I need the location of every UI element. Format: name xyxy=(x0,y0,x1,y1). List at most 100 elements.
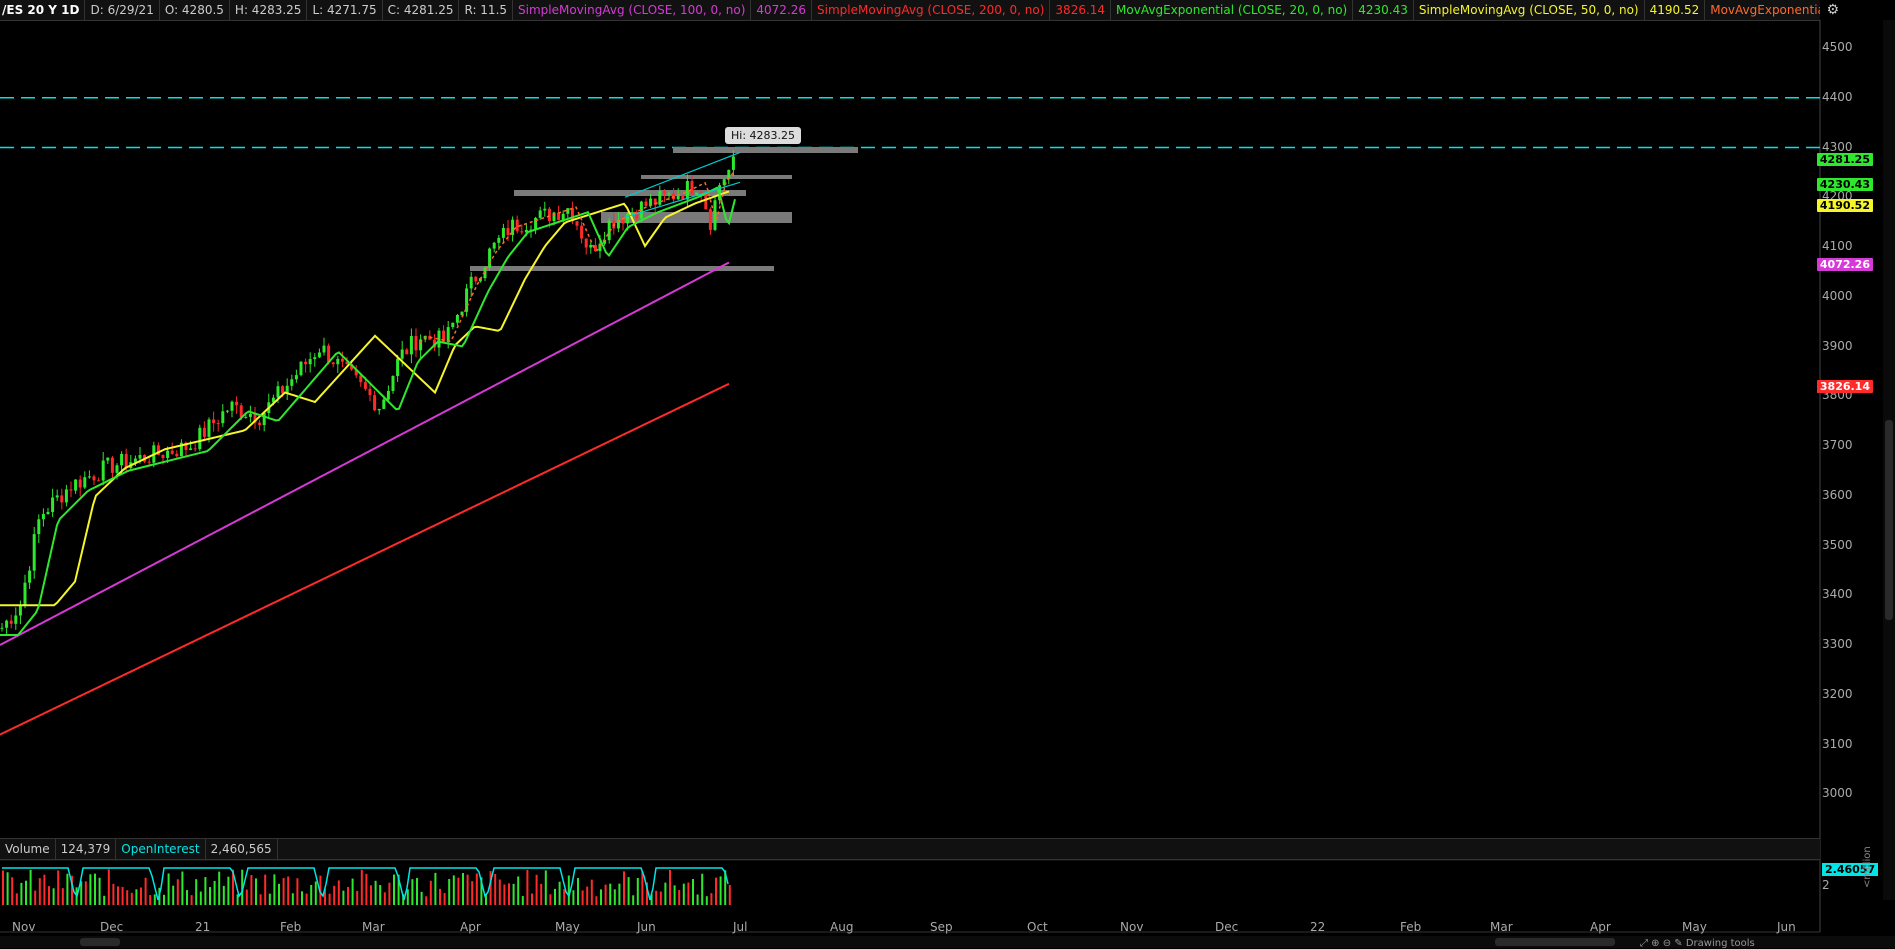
volume-bar xyxy=(140,887,142,905)
drawing-tools[interactable]: ⤢ ⊕ ⊖ ✎ Drawing tools xyxy=(1640,938,1755,949)
sma200-line xyxy=(0,382,730,736)
volume-label[interactable]: Volume xyxy=(0,839,56,859)
vertical-scroll-thumb[interactable] xyxy=(1885,420,1893,620)
volume-bar xyxy=(204,877,207,905)
time-tick-label: Aug xyxy=(830,920,854,934)
candle-body xyxy=(37,519,41,535)
volume-bar xyxy=(517,876,520,905)
candle-body xyxy=(235,401,239,406)
volume-bar xyxy=(66,873,69,905)
time-tick-label: Jul xyxy=(733,920,748,934)
drawing-tools-label[interactable]: Drawing tools xyxy=(1686,938,1755,949)
volume-bar xyxy=(255,878,257,905)
volume-bar xyxy=(365,873,368,905)
price-tick-label: 3100 xyxy=(1822,736,1853,751)
horizontal-scroll-left[interactable] xyxy=(80,938,120,946)
candle-body xyxy=(644,201,648,206)
candle-body xyxy=(120,453,124,466)
candle-body xyxy=(474,276,478,282)
volume-bar xyxy=(328,893,331,905)
candle-body xyxy=(32,534,36,571)
candle-body xyxy=(363,382,367,389)
zoom-icon[interactable]: ⤢ ⊕ ⊖ ✎ xyxy=(1640,938,1686,949)
candle-body xyxy=(506,227,510,235)
candle-body xyxy=(396,358,400,376)
candle-body xyxy=(198,427,202,450)
candle-body xyxy=(469,276,473,289)
volume-bar xyxy=(416,878,418,905)
time-tick-label: Mar xyxy=(362,920,385,934)
sma100-line xyxy=(0,261,730,646)
volume-bar xyxy=(314,881,317,905)
volume-bar xyxy=(20,882,23,905)
candle-body xyxy=(414,336,418,351)
volume-bar xyxy=(29,869,32,905)
volume-bar xyxy=(632,895,635,905)
candle-body xyxy=(230,401,234,411)
volume-bar xyxy=(43,874,46,905)
volume-bar xyxy=(434,872,437,905)
volume-bar xyxy=(577,878,579,905)
candle-body xyxy=(23,582,27,605)
volume-bar xyxy=(687,882,690,905)
candle-body xyxy=(731,156,735,170)
volume-bar xyxy=(636,877,639,905)
volume-bar xyxy=(153,894,156,905)
volume-bar xyxy=(393,874,395,905)
volume-header: Volume 124,379 OpenInterest 2,460,565 xyxy=(0,838,1820,860)
volume-bar xyxy=(282,878,285,905)
volume-bar xyxy=(6,872,9,905)
price-tick-label: 3000 xyxy=(1822,786,1853,801)
time-tick-label: Apr xyxy=(460,920,481,934)
volume-bar xyxy=(296,878,299,905)
volume-bar xyxy=(273,874,276,905)
candle-body xyxy=(189,448,193,450)
horizontal-scrollbar[interactable] xyxy=(0,936,1895,948)
volume-bar xyxy=(149,895,152,905)
price-tag: 4072.26 xyxy=(1816,258,1873,271)
volume-bar xyxy=(659,891,662,905)
horizontal-scroll-thumb[interactable] xyxy=(1495,938,1615,946)
candle-body xyxy=(212,419,216,424)
volume-bar xyxy=(471,881,474,905)
volume-bar xyxy=(337,880,340,905)
time-tick-label: Dec xyxy=(100,920,124,934)
candle-body xyxy=(667,193,671,195)
candle-body xyxy=(331,362,335,365)
candle-body xyxy=(78,479,82,488)
oi-label[interactable]: OpenInterest xyxy=(116,839,206,859)
time-tick-label: Feb xyxy=(1400,920,1422,934)
volume-bar xyxy=(627,877,630,905)
volume-bar xyxy=(682,883,685,905)
volume-bar xyxy=(609,883,612,905)
volume-bar xyxy=(38,878,41,905)
volume-bar xyxy=(121,886,124,905)
volume-bar xyxy=(48,886,50,905)
volume-bar xyxy=(452,875,455,905)
price-tag: 4281.25 xyxy=(1816,153,1873,166)
candle-body xyxy=(520,231,524,233)
volume-bar xyxy=(199,891,202,905)
volume-bar xyxy=(669,869,671,905)
candle-body xyxy=(14,615,18,624)
volume-bar xyxy=(287,876,290,905)
volume-bar xyxy=(420,891,423,905)
candle-body xyxy=(248,413,252,417)
time-tick-label: Dec xyxy=(1215,920,1239,934)
volume-bar xyxy=(347,887,349,905)
time-tick-label: 22 xyxy=(1310,920,1326,934)
vertical-scrollbar[interactable] xyxy=(1883,20,1895,900)
volume-bar xyxy=(245,889,248,905)
oi-value: 2,460,565 xyxy=(206,839,278,859)
volume-bar xyxy=(655,890,658,905)
volume-bar xyxy=(25,880,27,905)
volume-bar xyxy=(701,873,704,905)
volume-bar xyxy=(250,874,253,905)
price-tag: 3826.14 xyxy=(1816,380,1873,393)
candle-body xyxy=(313,357,317,360)
time-tick-label: Nov xyxy=(12,920,36,934)
volume-bar xyxy=(379,884,382,905)
price-chart[interactable] xyxy=(0,0,1895,948)
volume-bar xyxy=(448,879,451,905)
volume-bar xyxy=(222,885,225,905)
